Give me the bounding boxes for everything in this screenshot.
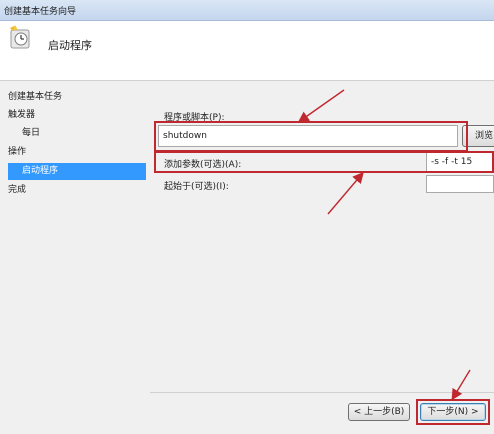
arrow-to-arguments: [327, 171, 364, 215]
annotation-arrows: [297, 89, 471, 401]
arrow-to-program: [297, 89, 345, 123]
arrow-to-next: [451, 369, 471, 401]
